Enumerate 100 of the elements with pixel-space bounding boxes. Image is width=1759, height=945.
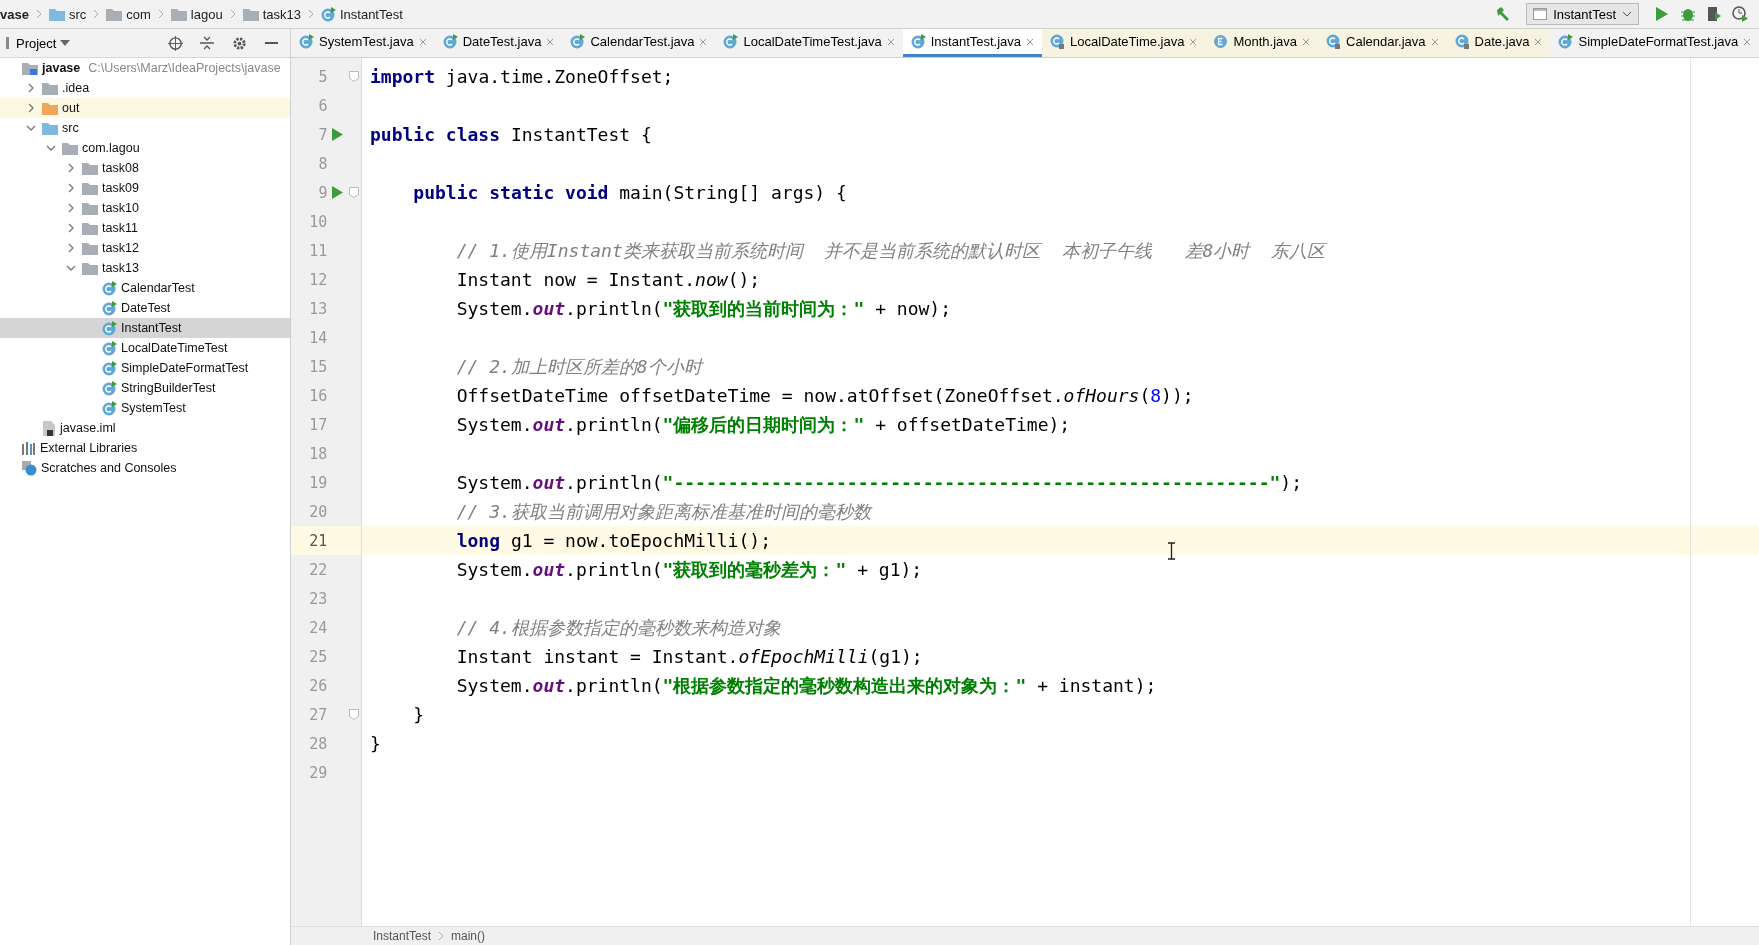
class-icon <box>102 320 117 336</box>
tree-item[interactable]: javase.iml <box>0 418 290 438</box>
run-icon[interactable] <box>331 128 343 141</box>
close-icon[interactable] <box>418 37 427 46</box>
close-icon[interactable] <box>1430 37 1439 46</box>
class-icon <box>102 380 117 396</box>
enum-icon <box>1213 34 1229 49</box>
class-icon <box>102 300 117 316</box>
close-icon[interactable] <box>886 37 895 46</box>
breadcrumb[interactable]: src <box>68 6 87 22</box>
tree-label: LocalDateTimeTest <box>121 341 228 355</box>
tree-item[interactable]: .idea <box>0 78 290 98</box>
tree-label: task13 <box>102 261 139 275</box>
breadcrumb[interactable]: com <box>126 6 151 22</box>
tree-item[interactable]: StringBuilderTest <box>0 378 290 398</box>
tree-label: External Libraries <box>40 441 138 455</box>
minimize-icon[interactable] <box>264 41 278 45</box>
coverage-icon[interactable] <box>1706 6 1722 22</box>
tree-item[interactable]: task11 <box>0 218 290 238</box>
tree-item[interactable]: com.lagou <box>0 138 290 158</box>
collapse-icon[interactable] <box>200 36 214 50</box>
breadcrumb[interactable]: task13 <box>262 6 301 22</box>
tree-item[interactable]: External Libraries <box>0 438 290 458</box>
tree-label: CalendarTest <box>121 281 195 295</box>
close-icon[interactable] <box>1302 37 1311 46</box>
crosshair-icon[interactable] <box>167 35 183 51</box>
breadcrumb[interactable]: InstantTest <box>339 6 403 22</box>
chevron-right-icon[interactable] <box>26 103 36 113</box>
module-path: C:\Users\Marz\IdeaProjects\javase <box>88 61 281 75</box>
chevron-right-icon <box>157 9 164 19</box>
line-number: 13 <box>308 299 328 318</box>
fold-icon[interactable] <box>349 71 359 82</box>
chevron-right-icon[interactable] <box>66 223 76 233</box>
class-icon <box>299 34 314 49</box>
close-icon[interactable] <box>1189 37 1198 46</box>
line-number: 25 <box>308 647 328 666</box>
run-icon[interactable] <box>1655 6 1669 22</box>
tree-item[interactable]: out <box>0 98 290 118</box>
chevron-down-icon[interactable] <box>66 263 76 273</box>
tree-item[interactable]: LocalDateTimeTest <box>0 338 290 358</box>
folder-icon <box>82 201 98 215</box>
code-line: } <box>413 704 425 725</box>
close-icon[interactable] <box>699 37 708 46</box>
breadcrumb[interactable]: vase <box>0 6 29 22</box>
chevron-right-icon[interactable] <box>26 83 36 93</box>
fold-icon[interactable] <box>349 709 359 720</box>
line-number: 6 <box>317 96 328 115</box>
profiler-icon[interactable] <box>1732 6 1748 22</box>
close-icon[interactable] <box>1743 37 1752 46</box>
tree-item[interactable]: Scratches and Consoles <box>0 458 290 478</box>
tree-item[interactable]: task10 <box>0 198 290 218</box>
editor-tab[interactable]: InstantTest.java <box>902 29 1043 57</box>
run-icon[interactable] <box>331 186 343 199</box>
close-icon[interactable] <box>1026 37 1035 46</box>
breadcrumb[interactable]: lagou <box>190 6 223 22</box>
tree-label: com.lagou <box>82 141 140 155</box>
close-icon[interactable] <box>546 37 555 46</box>
tree-item[interactable]: SimpleDateFormatTest <box>0 358 290 378</box>
editor-tab[interactable]: Date.java <box>1446 29 1551 57</box>
tree-item[interactable]: task12 <box>0 238 290 258</box>
settings-icon[interactable] <box>231 35 247 51</box>
folder-icon <box>82 181 98 195</box>
tree-item[interactable]: task13 <box>0 258 290 278</box>
editor-tab[interactable]: LocalDateTime.java <box>1042 29 1206 57</box>
line-number: 20 <box>308 502 328 521</box>
tree-item[interactable]: DateTest <box>0 298 290 318</box>
breadcrumb[interactable]: main() <box>451 929 486 943</box>
tab-label: Calendar.java <box>1346 34 1426 49</box>
chevron-right-icon[interactable] <box>66 183 76 193</box>
breadcrumb[interactable]: InstantTest <box>373 929 432 943</box>
chevron-down-icon[interactable] <box>26 123 36 133</box>
tree-item[interactable]: javase C:\Users\Marz\IdeaProjects\javase <box>0 58 290 78</box>
run-configuration-dropdown[interactable]: InstantTest <box>1526 3 1639 25</box>
tab-label: Month.java <box>1233 34 1298 49</box>
code-line: Instant instant = Instant.ofEpochMilli(g1); <box>456 646 923 667</box>
folder-icon <box>48 7 65 21</box>
close-icon[interactable] <box>1534 37 1543 46</box>
tree-item[interactable]: CalendarTest <box>0 278 290 298</box>
chevron-right-icon[interactable] <box>66 203 76 213</box>
editor-tab[interactable]: Month.java <box>1205 29 1319 57</box>
folder-icon <box>62 141 78 155</box>
tab-label: SystemTest.java <box>319 34 414 49</box>
chevron-right-icon <box>307 9 314 19</box>
class-icon <box>1558 34 1574 49</box>
line-number: 19 <box>308 473 328 492</box>
chevron-right-icon[interactable] <box>66 243 76 253</box>
tree-item[interactable]: SystemTest <box>0 398 290 418</box>
line-number: 8 <box>317 154 328 173</box>
tree-item[interactable]: InstantTest <box>0 318 290 338</box>
chevron-down-icon[interactable] <box>46 143 56 153</box>
folder-icon <box>82 261 98 275</box>
chevron-right-icon[interactable] <box>66 163 76 173</box>
fold-icon[interactable] <box>349 187 359 198</box>
tree-item[interactable]: task08 <box>0 158 290 178</box>
tree-item[interactable]: task09 <box>0 178 290 198</box>
editor-tab[interactable]: Calendar.java <box>1318 29 1447 57</box>
tree-item[interactable]: src <box>0 118 290 138</box>
bug-icon[interactable] <box>1680 6 1696 22</box>
line-number: 15 <box>308 357 328 376</box>
tree-label: task12 <box>102 241 139 255</box>
